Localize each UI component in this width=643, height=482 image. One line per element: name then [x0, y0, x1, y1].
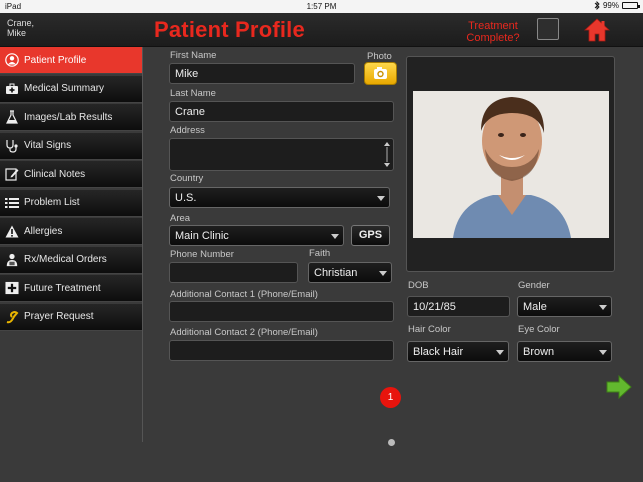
hair-color-label: Hair Color	[408, 324, 451, 335]
last-name-label: Last Name	[170, 88, 216, 99]
treatment-label-line1: Treatment	[468, 20, 518, 32]
warning-icon	[5, 224, 19, 238]
app-header: Crane, Mike Patient Profile Treatment Co…	[0, 13, 643, 47]
treatment-label-line2: Complete?	[466, 32, 520, 44]
sidebar-item-rx-medical-orders[interactable]: Rx/Medical Orders	[0, 246, 142, 274]
sidebar-item-label: Problem List	[24, 197, 80, 208]
gender-value: Male	[523, 301, 547, 313]
sidebar-item-clinical-notes[interactable]: Clinical Notes	[0, 161, 142, 188]
address-field[interactable]	[169, 138, 394, 171]
plus-folder-icon	[5, 281, 19, 295]
first-name-field[interactable]: Mike	[169, 63, 355, 84]
last-name-field[interactable]: Crane	[169, 101, 394, 122]
sidebar-item-images-lab-results[interactable]: Images/Lab Results	[0, 104, 142, 131]
next-arrow-icon[interactable]	[605, 374, 633, 400]
sidebar-item-medical-summary[interactable]: Medical Summary	[0, 75, 142, 103]
eye-color-select[interactable]: Brown	[517, 341, 612, 362]
chevron-down-icon	[599, 350, 607, 355]
chevron-down-icon	[379, 271, 387, 276]
sidebar: Patient Profile Medical Summary Images/L…	[0, 47, 143, 442]
chevron-down-icon	[496, 350, 504, 355]
chevron-down-icon	[599, 305, 607, 310]
camera-button[interactable]	[364, 62, 397, 85]
stethoscope-icon	[5, 139, 19, 153]
home-icon[interactable]	[584, 17, 610, 43]
address-scroll-arrows[interactable]	[382, 140, 392, 169]
country-select[interactable]: U.S.	[169, 187, 390, 208]
sidebar-item-problem-list[interactable]: Problem List	[0, 189, 142, 217]
notepad-icon	[5, 167, 19, 181]
status-icons: 99%	[594, 1, 640, 10]
area-value: Main Clinic	[175, 230, 229, 242]
list-icon	[5, 196, 19, 210]
photo-frame[interactable]	[406, 56, 615, 272]
contact2-field[interactable]	[169, 340, 394, 361]
page-title: Patient Profile	[154, 17, 305, 42]
sidebar-item-label: Medical Summary	[24, 83, 105, 94]
chevron-down-icon	[377, 196, 385, 201]
patient-name: Crane, Mike	[7, 18, 67, 38]
eye-color-value: Brown	[523, 346, 555, 358]
dob-field[interactable]: 10/21/85	[407, 296, 510, 317]
sidebar-item-label: Clinical Notes	[24, 168, 86, 180]
sidebar-item-label: Vital Signs	[24, 140, 72, 151]
sidebar-item-label: Future Treatment	[24, 282, 101, 294]
sidebar-item-prayer-request[interactable]: Prayer Request	[0, 303, 142, 331]
page-indicator-dot	[388, 439, 395, 446]
photo-label: Photo	[367, 51, 392, 62]
phone-field[interactable]	[169, 262, 298, 283]
country-value: U.S.	[175, 192, 197, 204]
sidebar-item-label: Allergies	[24, 225, 63, 237]
camera-icon	[374, 67, 387, 79]
sidebar-item-vital-signs[interactable]: Vital Signs	[0, 132, 142, 160]
battery-icon	[622, 2, 640, 9]
contact1-label: Additional Contact 1 (Phone/Email)	[170, 289, 318, 300]
sidebar-item-patient-profile[interactable]: Patient Profile	[0, 47, 142, 74]
person-icon	[5, 53, 19, 67]
battery-percent: 99%	[602, 1, 619, 10]
gender-label: Gender	[518, 280, 550, 291]
area-select[interactable]: Main Clinic	[169, 225, 344, 246]
hair-color-value: Black Hair	[413, 346, 464, 358]
flask-icon	[5, 110, 19, 124]
medical-kit-icon	[5, 82, 19, 96]
faith-select[interactable]: Christian	[308, 262, 392, 283]
first-name-label: First Name	[170, 50, 217, 61]
sidebar-item-label: Images/Lab Results	[24, 111, 113, 123]
sidebar-item-label: Rx/Medical Orders	[24, 254, 107, 265]
pharmacist-icon	[5, 253, 19, 267]
address-label: Address	[170, 125, 205, 136]
clock: 1:57 PM	[306, 2, 337, 11]
area-label: Area	[170, 213, 191, 224]
gps-button[interactable]: GPS	[351, 225, 390, 246]
contact1-field[interactable]	[169, 301, 394, 322]
status-bar: iPad 1:57 PM 99%	[0, 0, 643, 13]
patient-photo	[413, 91, 609, 238]
faith-label: Faith	[309, 248, 331, 259]
contact2-label: Additional Contact 2 (Phone/Email)	[170, 327, 318, 338]
bluetooth-icon	[594, 1, 600, 10]
swirl-icon	[5, 310, 19, 324]
sidebar-item-label: Patient Profile	[24, 54, 87, 66]
patient-last-name: Crane,	[7, 18, 35, 28]
eye-color-label: Eye Color	[518, 324, 560, 335]
sidebar-item-label: Prayer Request	[24, 311, 94, 322]
hair-color-select[interactable]: Black Hair	[407, 341, 509, 362]
treatment-complete-label: Treatment Complete?	[462, 20, 524, 44]
patient-first-name: Mike	[7, 28, 27, 38]
chevron-down-icon	[331, 234, 339, 239]
notification-badge[interactable]: 1	[380, 387, 401, 408]
faith-value: Christian	[314, 267, 358, 279]
treatment-complete-checkbox[interactable]	[537, 18, 559, 40]
sidebar-item-allergies[interactable]: Allergies	[0, 218, 142, 245]
dob-label: DOB	[408, 280, 429, 291]
phone-label: Phone Number	[170, 249, 234, 260]
country-label: Country	[170, 173, 204, 184]
gender-select[interactable]: Male	[517, 296, 612, 317]
sidebar-item-future-treatment[interactable]: Future Treatment	[0, 275, 142, 302]
